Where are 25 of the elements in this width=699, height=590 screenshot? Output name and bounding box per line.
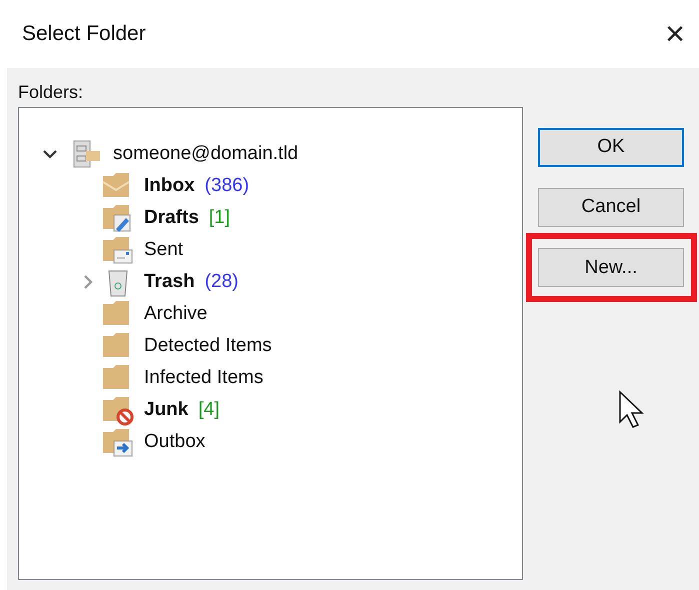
- folder-name[interactable]: someone@domain.tld: [113, 143, 298, 165]
- item-count: (386): [204, 175, 250, 197]
- close-button[interactable]: ×: [665, 17, 685, 51]
- junk-folder-icon: [102, 394, 134, 426]
- dialog-button[interactable]: New...: [538, 248, 684, 287]
- folder-name[interactable]: Junk: [144, 399, 188, 421]
- dialog-button[interactable]: OK: [538, 128, 684, 166]
- account-icon: [71, 138, 103, 170]
- folder-name[interactable]: Archive: [144, 303, 208, 325]
- item-count: [1]: [208, 207, 230, 229]
- sent-folder-icon: [102, 234, 134, 266]
- folder-name[interactable]: Infected Items: [144, 367, 264, 389]
- outbox-folder-icon: [102, 426, 134, 458]
- folder-name[interactable]: Inbox: [144, 175, 195, 197]
- dialog-button[interactable]: Cancel: [538, 188, 684, 226]
- item-count: [4]: [198, 399, 220, 421]
- folder-name[interactable]: Trash: [144, 271, 195, 293]
- folder-name[interactable]: Sent: [144, 239, 184, 261]
- folder-name[interactable]: Outbox: [144, 431, 206, 453]
- window-title: Select Folder: [22, 22, 146, 46]
- folders-label: Folders:: [18, 82, 84, 103]
- folder-name[interactable]: Detected Items: [144, 335, 272, 357]
- folder-name[interactable]: Drafts: [144, 207, 199, 229]
- item-count: (28): [204, 271, 238, 293]
- mouse-cursor-icon: [618, 390, 644, 430]
